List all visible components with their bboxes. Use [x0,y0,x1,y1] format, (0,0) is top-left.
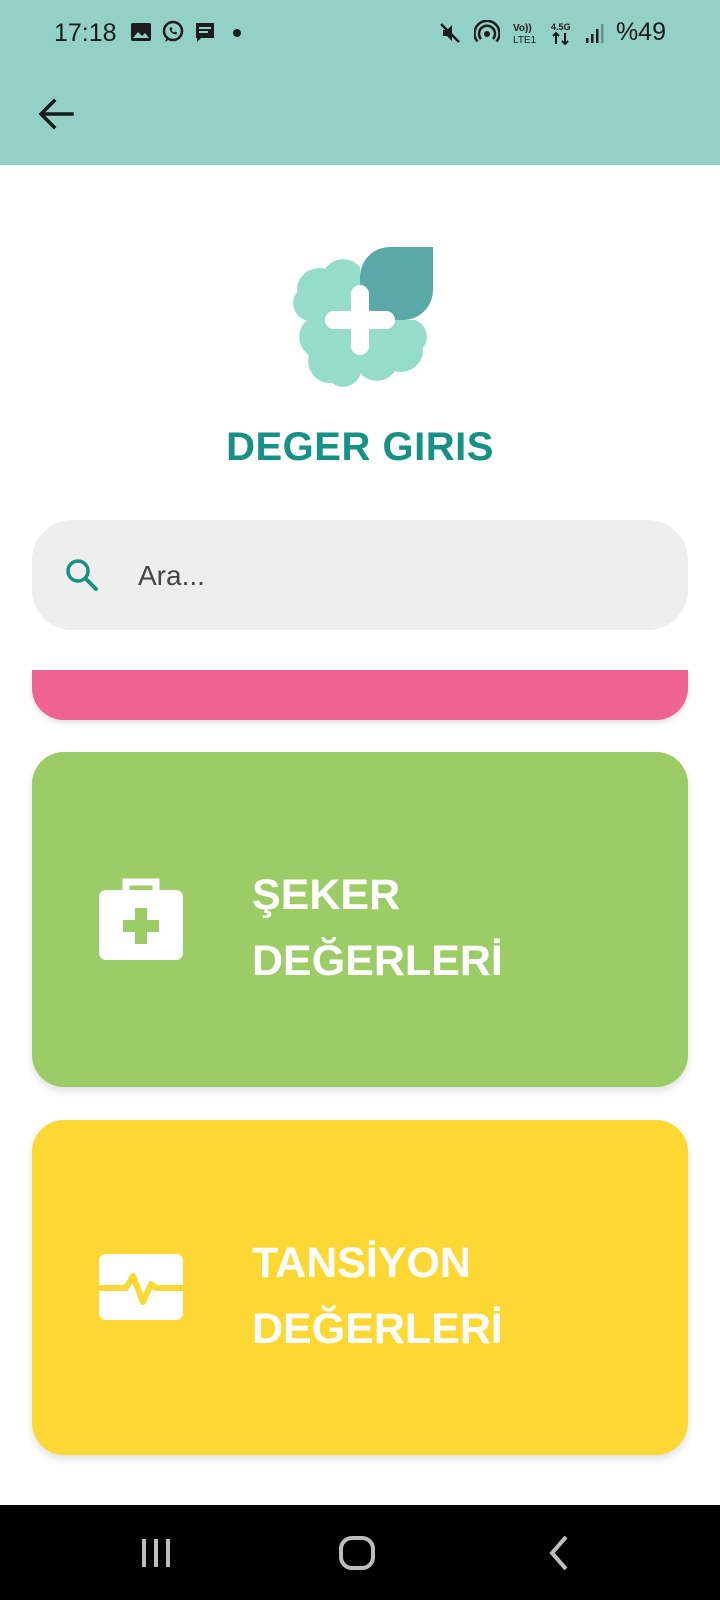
clover-cross-logo [293,247,433,387]
card-label-line2: DEĞERLERİ [252,1305,503,1353]
card-label-line2: DEĞERLERİ [252,937,503,985]
category-card-partial[interactable] [32,670,688,720]
network-4g-icon: 4.5G [551,22,571,45]
search-input[interactable] [136,550,660,602]
card-label: ŞEKER DEĞERLERİ [252,862,503,994]
card-label-line1: TANSİYON [252,1239,471,1287]
search-box[interactable] [32,520,688,630]
app-bar [0,70,720,165]
back-icon[interactable] [540,1533,580,1573]
dot-icon [233,29,241,37]
search-icon [66,559,98,591]
card-label: TANSİYON DEĞERLERİ [252,1230,503,1362]
medical-kit-icon [99,878,183,960]
message-icon [196,23,214,42]
volte-icon: Vo)) LTE1 [513,23,537,46]
heart-rate-icon [99,1254,183,1320]
status-notification-icons [130,20,245,44]
image-icon [131,23,151,41]
signal-icon [585,23,604,43]
arrow-back-icon[interactable] [34,92,78,136]
status-system-icons: Vo)) LTE1 4.5G %49 [438,18,666,47]
status-time: 17:18 [54,19,117,47]
svg-text:LTE1: LTE1 [513,35,537,46]
svg-text:4.5G: 4.5G [551,22,571,32]
page-title: DEGER GIRIS [226,425,494,469]
battery-percent: %49 [615,18,666,46]
home-icon[interactable] [337,1533,377,1573]
blood-pressure-values-card[interactable]: TANSİYON DEĞERLERİ [32,1120,688,1455]
sugar-values-card[interactable]: ŞEKER DEĞERLERİ [32,752,688,1087]
hotspot-icon [473,19,500,42]
whatsapp-icon [162,20,184,42]
status-bar: 17:18 Vo)) LTE1 4.5G %49 [0,0,720,70]
mute-icon [440,22,460,43]
navigation-bar [0,1505,720,1600]
card-label-line1: ŞEKER [252,871,401,919]
recent-apps-icon[interactable] [136,1533,176,1573]
svg-text:Vo)): Vo)) [513,23,532,34]
